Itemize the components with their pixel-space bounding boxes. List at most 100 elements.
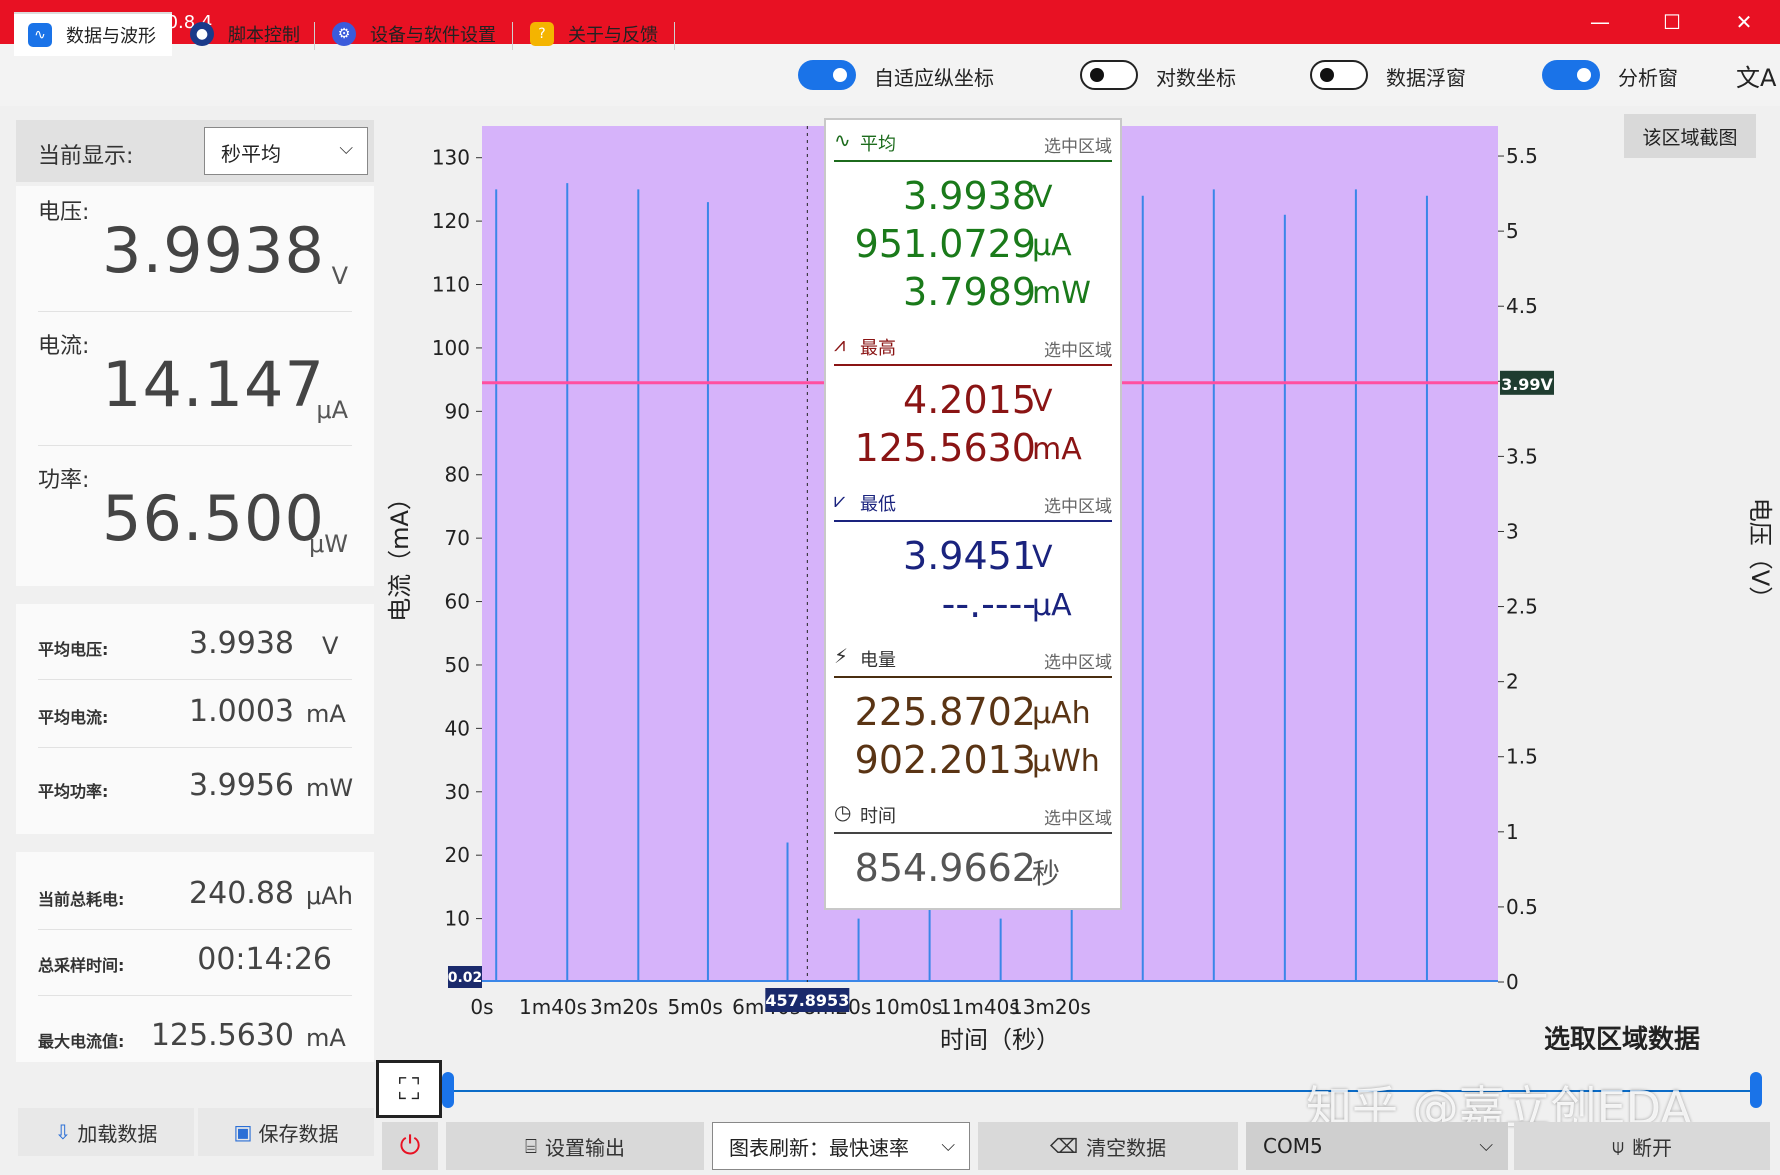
current-display-bar: 当前显示: 秒平均 ⌵ bbox=[16, 120, 374, 182]
script-icon: ● bbox=[190, 22, 214, 46]
avg-voltage-value: 3.9938 bbox=[189, 626, 294, 661]
max-voltage-unit-float: V bbox=[1032, 384, 1053, 419]
tab-settings[interactable]: ⚙ 设备与软件设置 bbox=[318, 12, 508, 56]
total-charge-unit: μAh bbox=[306, 882, 353, 910]
y-right-tick-label: 3.5 bbox=[1506, 444, 1538, 468]
translate-icon[interactable]: 文A bbox=[1736, 58, 1776, 93]
tab-about-feedback[interactable]: ? 关于与反馈 bbox=[516, 12, 672, 56]
display-mode-select[interactable]: 秒平均 ⌵ bbox=[204, 127, 368, 175]
disconnect-label: 断开 bbox=[1632, 1132, 1672, 1161]
auto-scale-toggle[interactable] bbox=[798, 60, 856, 90]
close-button[interactable]: ✕ bbox=[1708, 0, 1780, 44]
current-readout: 电流: 14.147 μA bbox=[16, 320, 374, 454]
max-current-label: 最大电流值: bbox=[38, 1028, 124, 1052]
peak-icon: ⩘ bbox=[834, 332, 845, 356]
power-value: 56.500 bbox=[102, 482, 325, 555]
eraser-icon: ⌫ bbox=[1050, 1134, 1078, 1158]
log-scale-label: 对数坐标 bbox=[1156, 62, 1236, 91]
avg-current-unit-float: μA bbox=[1032, 228, 1072, 263]
save-data-button[interactable]: ▣ 保存数据 bbox=[198, 1108, 374, 1156]
avg-current-unit: mA bbox=[306, 700, 346, 728]
tab-script-control[interactable]: ● 脚本控制 bbox=[176, 12, 306, 56]
avg-voltage-row: 平均电压: 3.9938 V bbox=[16, 612, 374, 680]
x-tick-label: 11m40s bbox=[939, 995, 1020, 1019]
set-output-button[interactable]: ⌸ 设置输出 bbox=[446, 1122, 704, 1170]
tab-divider bbox=[674, 22, 675, 50]
max-current-float: 125.5630 bbox=[820, 426, 1036, 470]
range-slider-end-handle[interactable] bbox=[1750, 1072, 1762, 1108]
y-right-tick-label: 3 bbox=[1506, 519, 1519, 543]
gear-icon: ⚙ bbox=[332, 22, 356, 46]
x-axis-title: 时间（秒） bbox=[940, 1026, 1060, 1050]
log-scale-toggle[interactable] bbox=[1080, 60, 1138, 90]
valley-icon: ⩗ bbox=[834, 488, 845, 512]
avg-power-value: 3.9956 bbox=[189, 768, 294, 803]
y-left-tick-label: 80 bbox=[445, 463, 470, 487]
minimize-button[interactable]: — bbox=[1564, 0, 1636, 44]
max-current-unit-float: mA bbox=[1032, 432, 1082, 467]
expand-icon[interactable]: ⛶ bbox=[376, 1060, 442, 1118]
waveform-icon: ∿ bbox=[28, 23, 52, 47]
com-port-value: COM5 bbox=[1263, 1134, 1323, 1158]
maximize-button[interactable]: ☐ bbox=[1636, 0, 1708, 44]
analysis-window-label: 分析窗 bbox=[1618, 62, 1678, 91]
max-section: ⩘ 最高 选中区域 bbox=[834, 326, 1112, 366]
y-left-tick-label: 110 bbox=[432, 273, 470, 297]
average-icon: ∿ bbox=[834, 128, 851, 152]
y-right-tick-label: 4.5 bbox=[1506, 294, 1538, 318]
y-right-tick-label: 0 bbox=[1506, 970, 1519, 994]
total-time-row: 总采样时间: 00:14:26 bbox=[16, 928, 374, 996]
time-scope: 选中区域 bbox=[1044, 804, 1112, 829]
data-float-toggle[interactable] bbox=[1310, 60, 1368, 90]
current-label: 电流: bbox=[38, 328, 89, 360]
power-unit: μW bbox=[309, 530, 348, 558]
avg-power-unit: mW bbox=[306, 774, 353, 802]
energy-scope: 选中区域 bbox=[1044, 648, 1112, 673]
load-data-button[interactable]: ⇩ 加载数据 bbox=[18, 1108, 194, 1156]
cursor-label: 457.8953 bbox=[765, 991, 849, 1010]
auto-scale-label: 自适应纵坐标 bbox=[874, 62, 994, 91]
max-current-value: 125.5630 bbox=[151, 1018, 294, 1053]
clock-icon: ◷ bbox=[834, 800, 851, 824]
y-right-tick-label: 5.5 bbox=[1506, 144, 1538, 168]
load-icon: ⇩ bbox=[55, 1120, 72, 1144]
voltage-value: 3.9938 bbox=[102, 214, 325, 287]
disconnect-button[interactable]: ⍦ 断开 bbox=[1514, 1122, 1770, 1170]
x-tick-label: 13m20s bbox=[1010, 995, 1091, 1019]
y-left-tick-label: 60 bbox=[445, 590, 470, 614]
avg-power-unit-float: mW bbox=[1032, 276, 1091, 311]
power-label: 功率: bbox=[38, 462, 89, 494]
y-left-tick-label: 50 bbox=[445, 653, 470, 677]
max-voltage-float: 4.2015 bbox=[856, 378, 1036, 422]
energy-section: ⚡ 电量 选中区域 bbox=[834, 638, 1112, 678]
max-current-row: 最大电流值: 125.5630 mA bbox=[16, 1004, 374, 1072]
y-left-tick-label: 20 bbox=[445, 843, 470, 867]
refresh-rate-select[interactable]: 图表刷新：最快速率 ⌵ bbox=[712, 1122, 970, 1170]
total-charge-label: 当前总耗电: bbox=[38, 886, 124, 910]
region-screenshot-button[interactable]: 该区域截图 bbox=[1624, 114, 1756, 158]
x-tick-label: 5m0s bbox=[667, 995, 722, 1019]
energy-float: 902.2013 bbox=[820, 738, 1036, 782]
com-port-select[interactable]: COM5 ⌵ bbox=[1246, 1122, 1508, 1170]
save-data-label: 保存数据 bbox=[258, 1118, 338, 1147]
y-right-tick-label: 1.5 bbox=[1506, 745, 1538, 769]
refresh-rate-value: 图表刷新：最快速率 bbox=[729, 1132, 909, 1161]
voltage-readout: 电压: 3.9938 V bbox=[16, 186, 374, 320]
clear-data-button[interactable]: ⌫ 清空数据 bbox=[978, 1122, 1238, 1170]
y-right-tick-label: 0.5 bbox=[1506, 895, 1538, 919]
y-left-tick-label: 70 bbox=[445, 526, 470, 550]
analysis-window-toggle[interactable] bbox=[1542, 60, 1600, 90]
avg-current-row: 平均电流: 1.0003 mA bbox=[16, 680, 374, 748]
time-section: ◷ 时间 选中区域 bbox=[834, 794, 1112, 834]
power-icon[interactable]: ⏻ bbox=[382, 1122, 438, 1170]
tab-data-waveform[interactable]: ∿ 数据与波形 bbox=[14, 12, 172, 56]
avg-power-row: 平均功率: 3.9956 mW bbox=[16, 754, 374, 822]
load-data-label: 加载数据 bbox=[77, 1118, 157, 1147]
avg-section: ∿ 平均 选中区域 bbox=[834, 122, 1112, 162]
origin-label: 0.02 bbox=[448, 970, 483, 986]
set-output-label: 设置输出 bbox=[545, 1132, 625, 1161]
y-left-axis-title: 电流（mA） bbox=[386, 486, 414, 622]
total-charge-value: 240.88 bbox=[189, 876, 294, 911]
energy-unit-float: μWh bbox=[1032, 744, 1100, 779]
range-slider-start-handle[interactable] bbox=[442, 1072, 454, 1108]
